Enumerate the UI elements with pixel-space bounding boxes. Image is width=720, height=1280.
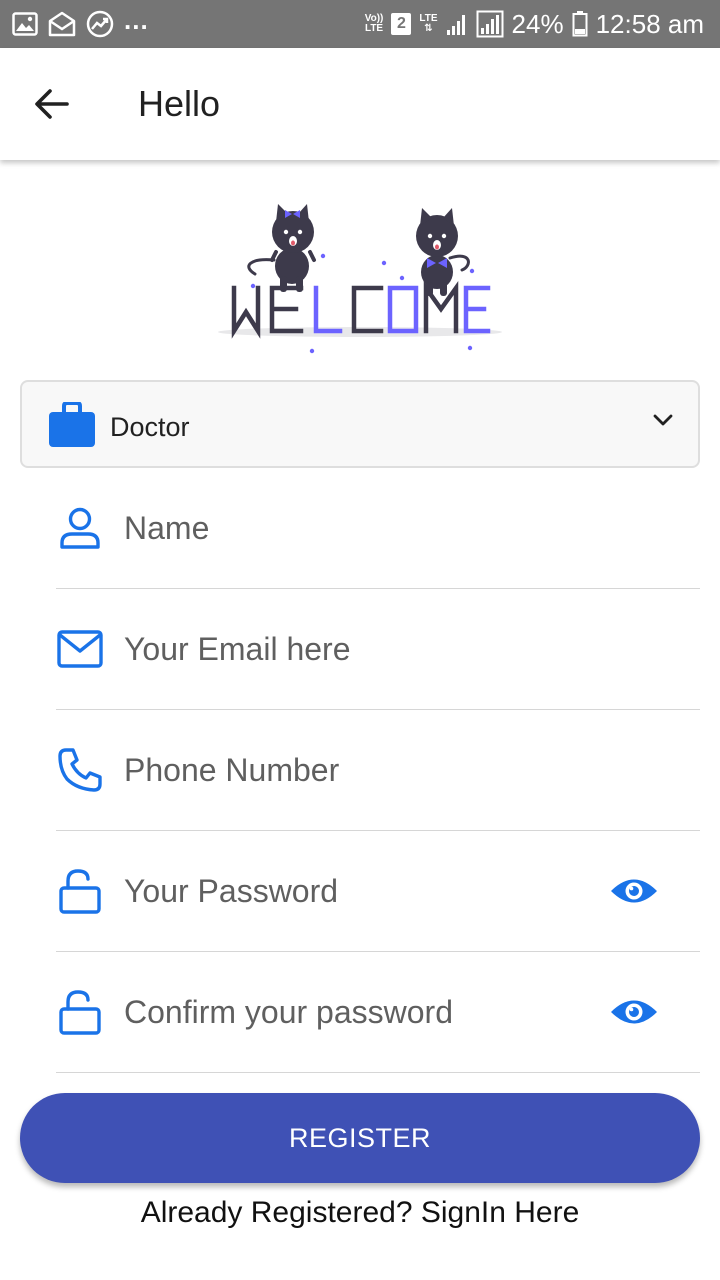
eye-icon (611, 879, 657, 903)
mail-icon (56, 625, 104, 673)
confirm-password-visibility-toggle[interactable] (608, 992, 660, 1032)
person-icon (56, 504, 104, 552)
trending-icon (86, 10, 114, 38)
register-button[interactable]: REGISTER (20, 1093, 700, 1183)
signin-link[interactable]: Already Registered? SignIn Here (0, 1196, 720, 1230)
data-arrows: ⇅ (424, 23, 433, 34)
phone-field-row (56, 710, 700, 831)
sim-slot-badge: 2 (391, 13, 412, 35)
phone-icon (56, 746, 104, 794)
signal-icon (446, 15, 465, 35)
email-input[interactable] (124, 619, 594, 679)
left-cat (247, 204, 316, 292)
lock-open-icon (56, 988, 104, 1036)
volte-indicator: Vo)) LTE (365, 14, 384, 34)
mail-icon (48, 11, 76, 37)
password-field-row (56, 831, 700, 952)
more-notifications-indicator: ... (124, 4, 149, 35)
arrow-left-icon (35, 89, 69, 119)
password-visibility-toggle[interactable] (608, 871, 660, 911)
role-dropdown[interactable]: Doctor (20, 380, 700, 468)
system-indicators: Vo)) LTE 2 LTE ⇅ 24% 12:58 am (365, 8, 704, 40)
role-selected-value: Doctor (110, 412, 190, 442)
eye-icon (611, 1000, 657, 1024)
notification-icons: ... (12, 5, 149, 38)
lock-open-icon (56, 867, 104, 915)
battery-percent: 24% (511, 8, 564, 39)
password-input[interactable] (124, 861, 594, 921)
page-title: Hello (138, 83, 221, 124)
confirm-password-input[interactable] (124, 982, 594, 1042)
chevron-down-icon (653, 414, 673, 426)
back-button[interactable] (28, 80, 76, 128)
phone-input[interactable] (124, 740, 594, 800)
status-bar: ... Vo)) LTE 2 LTE ⇅ 24% 12:58 am (0, 0, 720, 48)
welcome-illustration (218, 204, 502, 354)
email-field-row (56, 589, 700, 710)
image-icon (12, 12, 38, 36)
signal-box-icon (476, 10, 504, 38)
confirm-password-field-row (56, 952, 700, 1073)
name-input[interactable] (124, 498, 594, 558)
battery-icon (572, 11, 588, 37)
name-field-row (56, 468, 700, 589)
app-bar: Hello (0, 48, 720, 160)
network-type: LTE ⇅ (419, 14, 437, 34)
clock: 12:58 am (595, 8, 704, 39)
briefcase-icon (49, 402, 95, 447)
welcome-wordmark (231, 280, 491, 339)
volte-bottom-label: LTE (364, 23, 384, 34)
